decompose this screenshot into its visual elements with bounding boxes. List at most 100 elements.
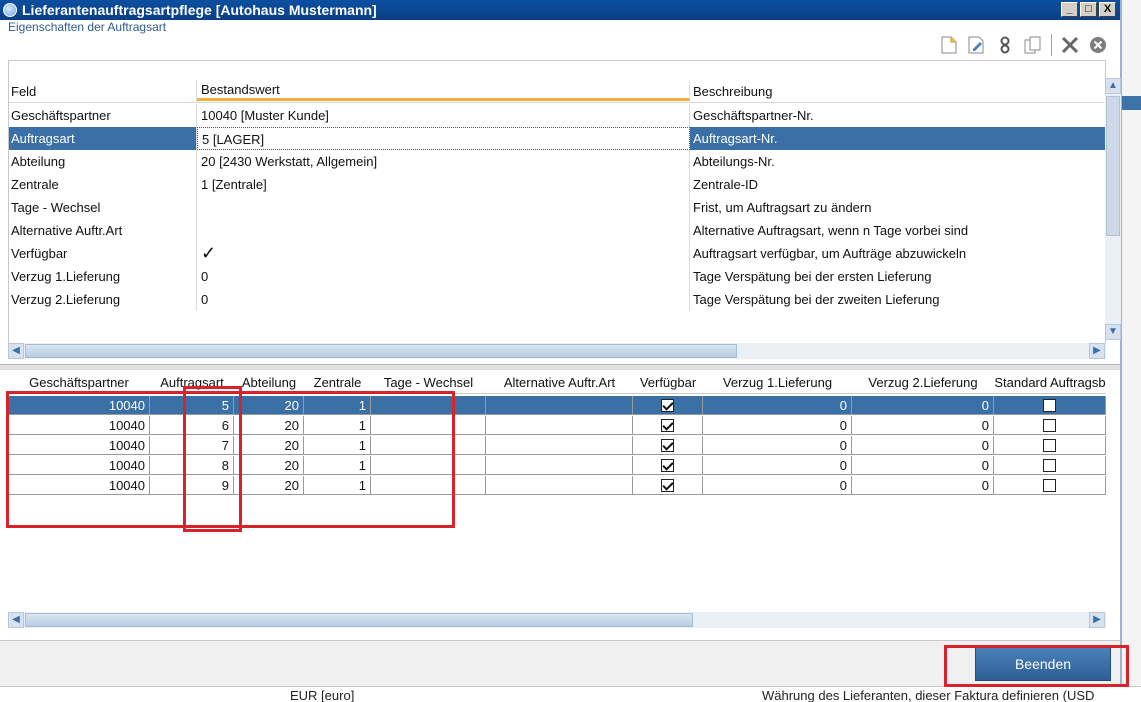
- table-cell-verzug2[interactable]: 0: [852, 436, 994, 455]
- table-cell-art[interactable]: 7: [150, 436, 234, 455]
- scroll-left-arrow-icon[interactable]: ◀: [8, 612, 24, 628]
- property-value[interactable]: [197, 196, 690, 219]
- table-cell-tage[interactable]: [371, 456, 486, 475]
- table-cell-partner[interactable]: 10040: [8, 396, 150, 415]
- table-cell-abteilung[interactable]: 20: [234, 396, 304, 415]
- table-cell-alt[interactable]: [486, 396, 633, 415]
- verfuegbar-checkbox[interactable]: [661, 459, 674, 473]
- table-cell-verzug2[interactable]: 0: [852, 416, 994, 435]
- table-cell-tage[interactable]: [371, 416, 486, 435]
- table-cell-partner[interactable]: 10040: [8, 476, 150, 495]
- property-value[interactable]: 10040 [Muster Kunde]: [197, 104, 690, 127]
- table-cell-alt[interactable]: [486, 416, 633, 435]
- standard-checkbox[interactable]: [1043, 439, 1056, 453]
- column-header[interactable]: Zentrale: [304, 372, 371, 394]
- table-row[interactable]: 10040 9 20 1 0 0: [8, 476, 1106, 495]
- property-value[interactable]: [197, 219, 690, 242]
- table-row[interactable]: 10040 8 20 1 0 0: [8, 456, 1106, 475]
- close-circle-icon[interactable]: [1088, 35, 1108, 55]
- table-cell-zentrale[interactable]: 1: [304, 456, 371, 475]
- table-cell-verzug2[interactable]: 0: [852, 456, 994, 475]
- column-header-value[interactable]: Bestandswert: [197, 80, 690, 101]
- property-row-verzug2[interactable]: Verzug 2.Lieferung 0 Tage Verspätung bei…: [9, 288, 1106, 311]
- property-value-input[interactable]: 5 [LAGER]: [197, 127, 690, 150]
- table-cell-tage[interactable]: [371, 396, 486, 415]
- property-value[interactable]: 20 [2430 Werkstatt, Allgemein]: [197, 150, 690, 173]
- edit-document-icon[interactable]: [967, 35, 987, 55]
- close-window-button[interactable]: X: [1099, 2, 1116, 17]
- table-cell-verzug1[interactable]: 0: [703, 436, 852, 455]
- column-header[interactable]: Abteilung: [234, 372, 304, 394]
- table-cell-zentrale[interactable]: 1: [304, 396, 371, 415]
- property-row-alternative[interactable]: Alternative Auftr.Art Alternative Auftra…: [9, 219, 1106, 242]
- table-cell-tage[interactable]: [371, 476, 486, 495]
- scroll-thumb[interactable]: [1106, 96, 1120, 236]
- scroll-up-arrow-icon[interactable]: ▲: [1105, 78, 1121, 94]
- table-cell-alt[interactable]: [486, 436, 633, 455]
- table-cell-zentrale[interactable]: 1: [304, 476, 371, 495]
- standard-checkbox[interactable]: [1043, 399, 1056, 413]
- property-row-verfuegbar[interactable]: Verfügbar ✓ Auftragsart verfügbar, um Au…: [9, 242, 1106, 265]
- table-cell-partner[interactable]: 10040: [8, 436, 150, 455]
- property-row-verzug1[interactable]: Verzug 1.Lieferung 0 Tage Verspätung bei…: [9, 265, 1106, 288]
- property-row-abteilung[interactable]: Abteilung 20 [2430 Werkstatt, Allgemein]…: [9, 150, 1106, 173]
- scroll-down-arrow-icon[interactable]: ▼: [1105, 324, 1121, 340]
- table-row[interactable]: 10040 6 20 1 0 0: [8, 416, 1106, 435]
- table-cell-zentrale[interactable]: 1: [304, 436, 371, 455]
- splitter[interactable]: [0, 364, 1120, 370]
- verfuegbar-checkbox[interactable]: [661, 419, 674, 433]
- table-cell-art[interactable]: 5: [150, 396, 234, 415]
- table-cell-zentrale[interactable]: 1: [304, 416, 371, 435]
- verfuegbar-checkbox[interactable]: [661, 439, 674, 453]
- column-header[interactable]: Verzug 2.Lieferung: [852, 372, 994, 394]
- link-icon[interactable]: [995, 35, 1015, 55]
- property-row-auftragsart[interactable]: Auftragsart 5 [LAGER] Auftragsart-Nr.: [9, 127, 1106, 150]
- properties-horizontal-scrollbar[interactable]: ◀ ▶: [8, 343, 1106, 359]
- column-header[interactable]: Tage - Wechsel: [371, 372, 486, 394]
- maximize-button[interactable]: □: [1080, 2, 1097, 17]
- table-cell-art[interactable]: 9: [150, 476, 234, 495]
- property-value-checkmark[interactable]: ✓: [197, 242, 690, 265]
- table-cell-alt[interactable]: [486, 476, 633, 495]
- property-value[interactable]: 0: [197, 288, 690, 311]
- table-cell-art[interactable]: 6: [150, 416, 234, 435]
- close-button[interactable]: Beenden: [975, 647, 1111, 681]
- table-cell-verzug1[interactable]: 0: [703, 396, 852, 415]
- column-header[interactable]: Geschäftspartner: [8, 372, 150, 394]
- verfuegbar-checkbox[interactable]: [661, 479, 674, 493]
- scroll-thumb[interactable]: [25, 344, 737, 358]
- column-header[interactable]: Alternative Auftr.Art: [486, 372, 633, 394]
- standard-checkbox[interactable]: [1043, 419, 1056, 433]
- table-cell-alt[interactable]: [486, 456, 633, 475]
- column-header[interactable]: Verzug 1.Lieferung: [703, 372, 852, 394]
- delete-icon[interactable]: [1060, 35, 1080, 55]
- column-header-description[interactable]: Beschreibung: [690, 80, 1106, 103]
- table-cell-art[interactable]: 8: [150, 456, 234, 475]
- scroll-right-arrow-icon[interactable]: ▶: [1089, 343, 1105, 359]
- table-cell-verzug2[interactable]: 0: [852, 396, 994, 415]
- property-value[interactable]: 1 [Zentrale]: [197, 173, 690, 196]
- table-row[interactable]: 10040 5 20 1 0 0: [8, 396, 1106, 415]
- table-cell-tage[interactable]: [371, 436, 486, 455]
- table-cell-verzug1[interactable]: 0: [703, 456, 852, 475]
- table-cell-abteilung[interactable]: 20: [234, 456, 304, 475]
- table-cell-partner[interactable]: 10040: [8, 456, 150, 475]
- table-cell-verzug2[interactable]: 0: [852, 476, 994, 495]
- table-cell-partner[interactable]: 10040: [8, 416, 150, 435]
- scroll-thumb[interactable]: [25, 613, 693, 627]
- property-row-zentrale[interactable]: Zentrale 1 [Zentrale] Zentrale-ID: [9, 173, 1106, 196]
- minimize-button[interactable]: _: [1061, 2, 1078, 17]
- table-horizontal-scrollbar[interactable]: ◀ ▶: [8, 612, 1106, 628]
- column-header[interactable]: Standard Auftragsb: [994, 372, 1106, 394]
- property-row-tage-wechsel[interactable]: Tage - Wechsel Frist, um Auftragsart zu …: [9, 196, 1106, 219]
- table-cell-abteilung[interactable]: 20: [234, 476, 304, 495]
- table-cell-abteilung[interactable]: 20: [234, 416, 304, 435]
- verfuegbar-checkbox[interactable]: [661, 399, 674, 413]
- table-row[interactable]: 10040 7 20 1 0 0: [8, 436, 1106, 455]
- column-header[interactable]: Auftragsart: [150, 372, 234, 394]
- property-row-partner[interactable]: Geschäftspartner 10040 [Muster Kunde] Ge…: [9, 104, 1106, 127]
- standard-checkbox[interactable]: [1043, 459, 1056, 473]
- table-cell-verzug1[interactable]: 0: [703, 476, 852, 495]
- table-cell-abteilung[interactable]: 20: [234, 436, 304, 455]
- standard-checkbox[interactable]: [1043, 479, 1056, 493]
